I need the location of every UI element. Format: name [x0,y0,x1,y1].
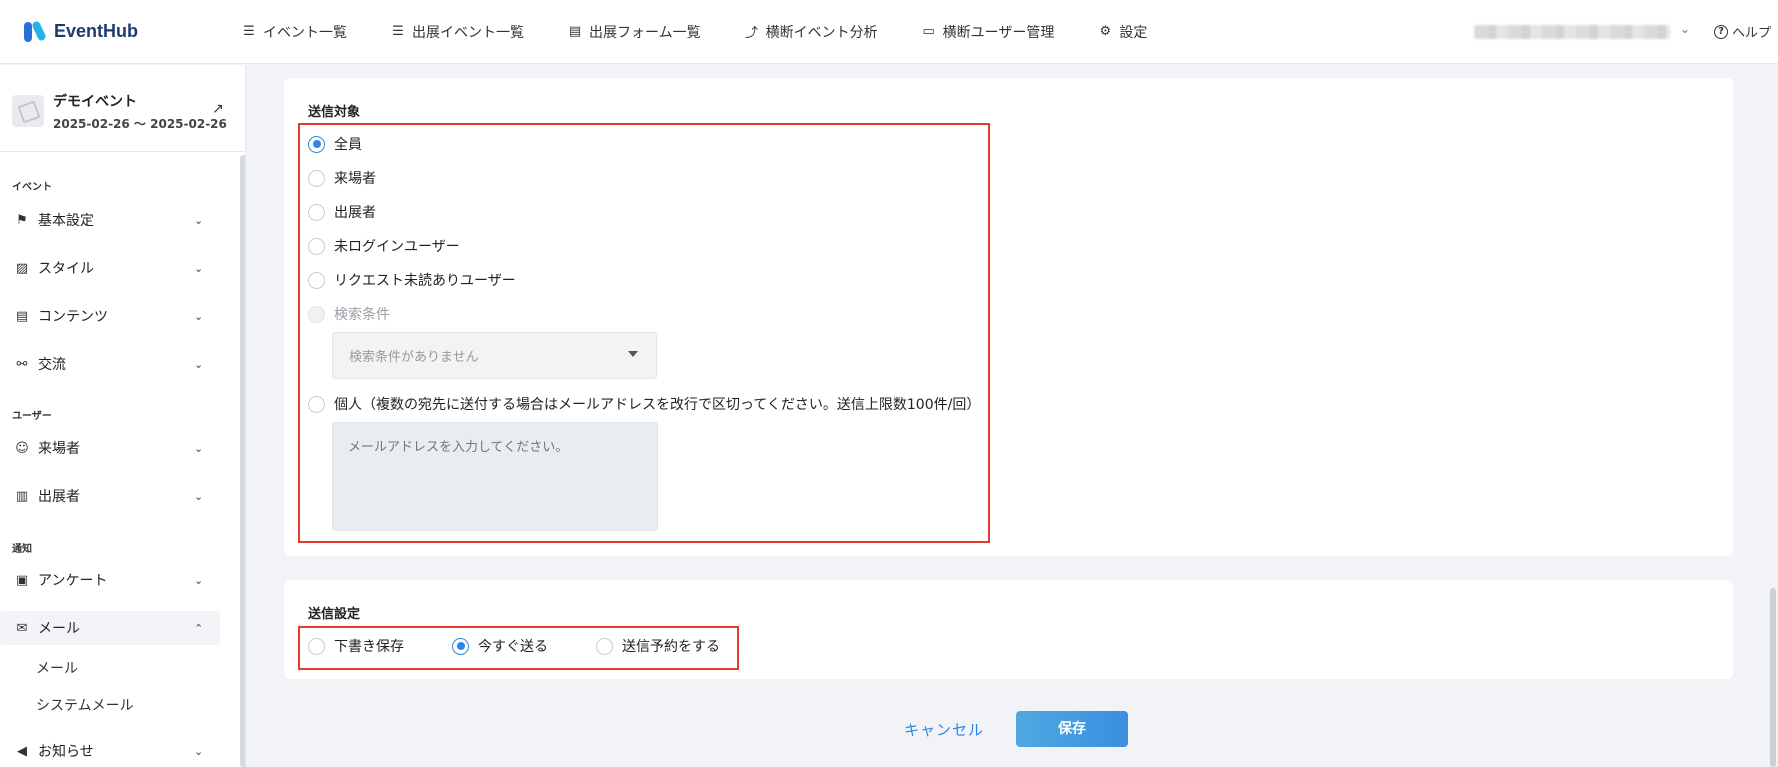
chevron-down-icon: ⌄ [194,441,204,455]
list-icon: ▤ [15,308,29,324]
logo-mark-icon [22,19,48,45]
event-name: デモイベント [53,94,137,110]
sidebar-item-exhibitors[interactable]: ▥ 出展者 ⌄ [0,479,220,513]
radio-button[interactable] [308,169,325,187]
chevron-down-icon[interactable]: ⌄ [1680,22,1690,36]
clipboard-icon: ▣ [15,572,29,588]
cancel-button[interactable]: キャンセル [896,715,992,745]
id-card-icon: ▭ [922,24,935,39]
sidebar-item-notices[interactable]: ◀ お知らせ ⌄ [0,734,220,767]
chevron-up-icon: ⌃ [194,621,204,635]
send-option-now[interactable]: 今すぐ送る [452,636,548,656]
gear-icon: ⚙ [1099,24,1112,39]
chevron-down-icon: ⌄ [194,213,204,227]
account-menu[interactable] [1474,24,1674,40]
app-logo[interactable]: EventHub [22,19,212,45]
recipient-option-all[interactable]: 全員 [308,134,362,154]
radio-button[interactable] [308,237,325,255]
chevron-down-icon: ⌄ [194,744,204,758]
sidebar-item-mail[interactable]: ✉ メール ⌃ [0,611,220,645]
account-name-blurred [1474,25,1670,39]
event-thumbnail [12,95,44,127]
radio-button[interactable] [308,395,325,413]
search-condition-select[interactable]: 検索条件がありません [332,332,657,379]
event-card: デモイベント 2025-02-26 〜 2025-02-26 [12,91,232,135]
main-scrollbar[interactable] [1770,588,1776,767]
radio-button[interactable] [308,135,325,153]
sidebar-item-survey[interactable]: ▣ アンケート ⌄ [0,563,220,597]
radio-button[interactable] [596,637,613,655]
radio-button[interactable] [452,637,469,655]
sidebar-subitem-system-mail[interactable]: システムメール [36,695,134,715]
recipient-option-visitors[interactable]: 来場者 [308,168,376,188]
recipient-option-search-condition: 検索条件 [308,304,390,324]
sidebar-section-notifications: 通知 [12,544,32,555]
nav-item-cross-analysis[interactable]: ⤴ 横断イベント分析 [745,22,878,42]
sidebar-item-networking[interactable]: ⚯ 交流 ⌄ [0,347,220,381]
radio-button[interactable] [308,271,325,289]
sidebar-divider [0,151,245,152]
chart-icon: ⤴ [745,26,759,41]
help-link[interactable]: ? ヘルプ [1714,22,1771,41]
recipients-title: 送信対象 [308,105,361,120]
sidebar-scrollbar[interactable] [240,155,245,767]
document-icon: ▤ [568,24,582,39]
chevron-down-icon: ⌄ [194,357,204,371]
radio-button [308,305,325,323]
sidebar: デモイベント 2025-02-26 〜 2025-02-26 ↗ イベント ⚑ 基… [0,65,246,767]
sidebar-section-users: ユーザー [12,411,52,422]
sidebar-item-visitors[interactable]: ☺ 来場者 ⌄ [0,431,220,465]
sidebar-subitem-mail[interactable]: メール [36,658,78,678]
sidebar-item-contents[interactable]: ▤ コンテンツ ⌄ [0,299,220,333]
nav-item-settings[interactable]: ⚙ 設定 [1098,22,1148,42]
question-icon: ? [1714,24,1728,39]
image-icon: ▨ [15,260,29,276]
nav-item-events[interactable]: ☰ イベント一覧 [242,22,347,42]
send-option-schedule[interactable]: 送信予約をする [596,636,720,656]
recipient-option-not-logged-in[interactable]: 未ログインユーザー [308,236,460,256]
flag-icon: ⚑ [16,212,28,228]
list-icon: ☰ [392,24,404,39]
nav-item-cross-users[interactable]: ▭ 横断ユーザー管理 [922,22,1054,42]
event-dates: 2025-02-26 〜 2025-02-26 [53,117,227,131]
send-option-draft[interactable]: 下書き保存 [308,636,404,656]
external-link-icon[interactable]: ↗ [212,101,224,117]
chevron-down-icon: ⌄ [194,489,204,503]
recipient-option-individual[interactable]: 個人（複数の宛先に送付する場合はメールアドレスを改行で区切ってください。送信上限… [308,394,980,414]
recipient-option-exhibitors[interactable]: 出展者 [308,202,376,222]
radio-button[interactable] [308,203,325,221]
app-name: EventHub [54,21,139,41]
building-icon: ▥ [15,488,29,504]
chevron-down-icon: ⌄ [194,309,204,323]
nav-item-exhibit-events[interactable]: ☰ 出展イベント一覧 [391,22,524,42]
mail-icon: ✉ [16,620,28,636]
recipient-option-unread-requests[interactable]: リクエスト未読ありユーザー [308,270,516,290]
sidebar-section-event: イベント [12,182,52,193]
chevron-down-icon: ⌄ [194,261,204,275]
email-addresses-textarea[interactable] [332,422,658,531]
handshake-icon: ⚯ [16,356,28,372]
sidebar-item-style[interactable]: ▨ スタイル ⌄ [0,251,220,285]
main-nav: ☰ イベント一覧 ☰ 出展イベント一覧 ▤ 出展フォーム一覧 ⤴ 横断イベント分析 ▭ 横… [242,22,1191,42]
chevron-down-icon: ⌄ [194,573,204,587]
save-button[interactable]: 保存 [1016,711,1128,747]
radio-button[interactable] [308,637,325,655]
nav-item-exhibit-forms[interactable]: ▤ 出展フォーム一覧 [568,22,701,42]
list-icon: ☰ [243,24,255,39]
send-settings-title: 送信設定 [308,607,361,622]
user-icon: ☺ [15,440,29,456]
sidebar-item-basic-settings[interactable]: ⚑ 基本設定 ⌄ [0,203,220,237]
caret-down-icon [628,351,638,357]
megaphone-icon: ◀ [17,743,27,759]
